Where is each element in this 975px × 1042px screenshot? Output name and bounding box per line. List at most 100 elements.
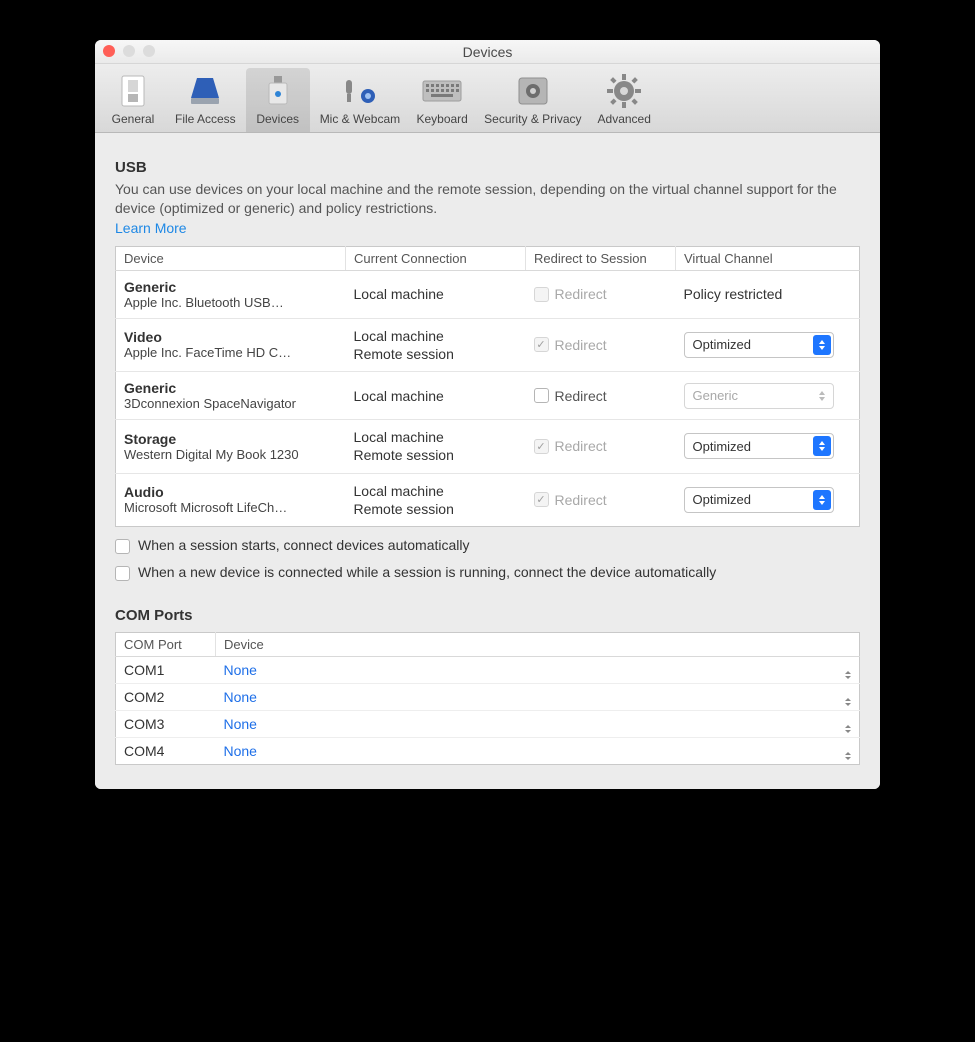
tab-keyboard[interactable]: Keyboard [410,68,474,132]
switch-icon [111,72,155,110]
channel-select[interactable]: Optimized [684,332,834,358]
table-row[interactable]: COM3None [116,710,860,737]
tab-label: General [112,112,155,126]
option-auto-new-device[interactable]: When a new device is connected while a s… [115,564,860,581]
chevron-updown-icon [836,683,860,710]
preferences-window: Devices General File Access Devices [95,40,880,789]
table-row[interactable]: COM2None [116,683,860,710]
mic-webcam-icon [338,72,382,110]
learn-more-link[interactable]: Learn More [115,220,860,236]
tab-mic-webcam[interactable]: Mic & Webcam [314,68,406,132]
device-category: Generic [124,380,338,396]
redirect-checkbox [534,287,549,302]
com-device-select[interactable]: None [216,683,836,710]
com-section-title: COM Ports [115,607,860,624]
redirect-label: Redirect [555,388,607,404]
connection-cell: Local machineRemote session [346,420,526,473]
tab-label: File Access [175,112,236,126]
chevron-updown-icon [836,656,860,683]
redirect-checkbox [534,439,549,454]
tab-label: Advanced [598,112,651,126]
option-label: When a session starts, connect devices a… [138,537,470,553]
device-category: Audio [124,484,338,500]
chevron-updown-icon [836,737,860,764]
redirect-checkbox [534,492,549,507]
usb-section-title: USB [115,159,860,176]
device-category: Video [124,329,338,345]
channel-select[interactable]: Optimized [684,487,834,513]
select-value: Optimized [693,492,752,507]
device-subtitle: 3Dconnexion SpaceNavigator [124,396,338,411]
col-redirect: Redirect to Session [526,246,676,270]
tab-file-access[interactable]: File Access [169,68,242,132]
com-device-select[interactable]: None [216,656,836,683]
safe-icon [511,72,555,110]
usb-table: Device Current Connection Redirect to Se… [115,246,860,527]
chevron-updown-icon [813,436,831,456]
redirect-cell: Redirect [534,337,668,353]
zoom-icon[interactable] [143,45,155,57]
select-value: Optimized [693,337,752,352]
com-port-name: COM2 [116,683,216,710]
window-title: Devices [463,44,513,60]
channel-text: Policy restricted [684,286,783,302]
minimize-icon[interactable] [123,45,135,57]
redirect-label: Redirect [555,286,607,302]
checkbox-icon[interactable] [115,539,130,554]
col-device: Device [116,246,346,270]
gear-icon [602,72,646,110]
device-subtitle: Apple Inc. Bluetooth USB… [124,295,338,310]
tab-label: Security & Privacy [484,112,581,126]
table-row: StorageWestern Digital My Book 1230 Local… [116,420,860,473]
redirect-cell: Redirect [534,388,668,404]
redirect-label: Redirect [555,438,607,454]
usb-icon [256,72,300,110]
col-connection: Current Connection [346,246,526,270]
com-table: COM Port Device COM1NoneCOM2NoneCOM3None… [115,632,860,765]
device-category: Storage [124,431,338,447]
usb-section-description: You can use devices on your local machin… [115,180,860,218]
connection-cell: Local machineRemote session [346,318,526,371]
drive-icon [183,72,227,110]
tab-security[interactable]: Security & Privacy [478,68,587,132]
com-port-name: COM4 [116,737,216,764]
col-com-device: Device [216,632,860,656]
titlebar: Devices [95,40,880,64]
tab-general[interactable]: General [101,68,165,132]
redirect-checkbox[interactable] [534,388,549,403]
com-device-select[interactable]: None [216,737,836,764]
usb-table-header: Device Current Connection Redirect to Se… [116,246,860,270]
tab-devices[interactable]: Devices [246,68,310,132]
connection-cell: Local machine [346,372,526,420]
select-value: Optimized [693,439,752,454]
table-row[interactable]: COM4None [116,737,860,764]
com-device-select[interactable]: None [216,710,836,737]
redirect-cell: Redirect [534,438,668,454]
table-row: VideoApple Inc. FaceTime HD C… Local mach… [116,318,860,371]
table-row: GenericApple Inc. Bluetooth USB…Local ma… [116,270,860,318]
redirect-label: Redirect [555,492,607,508]
chevron-updown-icon [836,710,860,737]
redirect-checkbox [534,337,549,352]
tab-advanced[interactable]: Advanced [592,68,657,132]
device-subtitle: Apple Inc. FaceTime HD C… [124,345,338,360]
device-subtitle: Western Digital My Book 1230 [124,447,338,462]
close-icon[interactable] [103,45,115,57]
com-port-name: COM1 [116,656,216,683]
keyboard-icon [420,72,464,110]
connection-cell: Local machineRemote session [346,473,526,526]
table-row[interactable]: COM1None [116,656,860,683]
checkbox-icon[interactable] [115,566,130,581]
channel-select: Generic [684,383,834,409]
channel-select[interactable]: Optimized [684,433,834,459]
option-auto-session[interactable]: When a session starts, connect devices a… [115,537,860,554]
com-table-header: COM Port Device [116,632,860,656]
chevron-updown-icon [813,490,831,510]
chevron-updown-icon [813,335,831,355]
option-label: When a new device is connected while a s… [138,564,716,580]
tab-label: Keyboard [416,112,467,126]
content-pane: USB You can use devices on your local ma… [95,133,880,789]
table-row: AudioMicrosoft Microsoft LifeCh…Local ma… [116,473,860,526]
device-category: Generic [124,279,338,295]
traffic-lights [103,45,155,57]
